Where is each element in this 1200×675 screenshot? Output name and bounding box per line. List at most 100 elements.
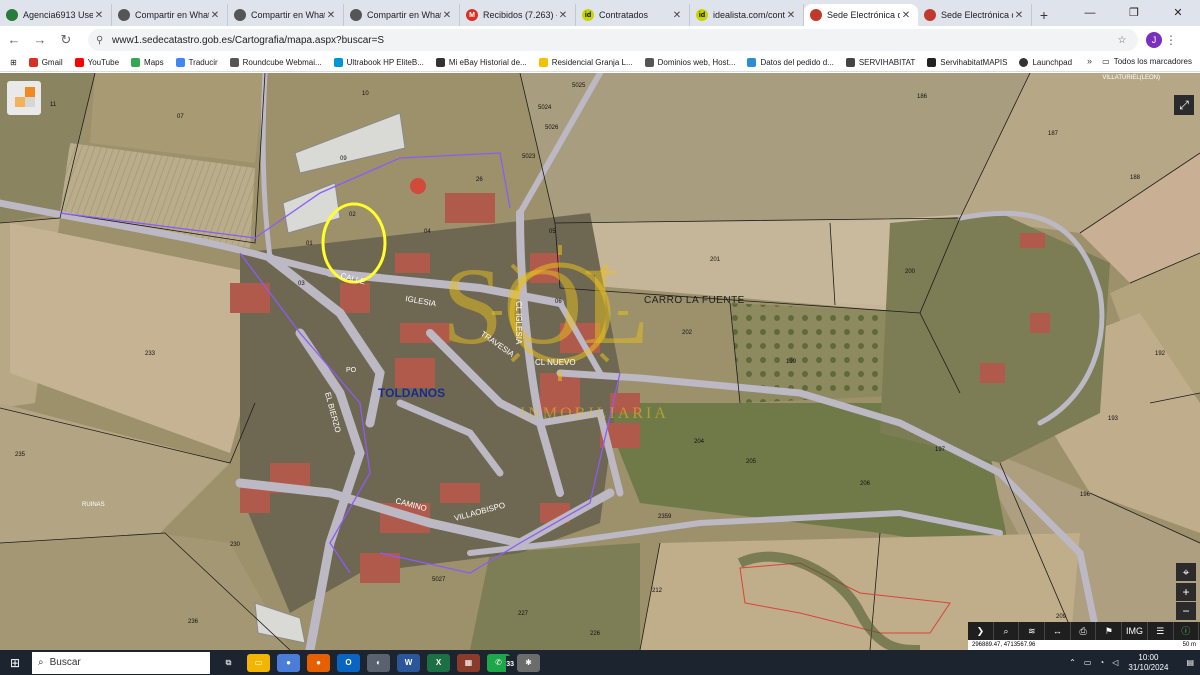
search-icon: ⌕: [38, 657, 44, 668]
img-icon[interactable]: IMG: [1122, 622, 1148, 640]
bookmark-star-icon[interactable]: ☆: [1114, 35, 1130, 46]
chrome-icon[interactable]: ●: [277, 653, 300, 672]
windows-start-icon[interactable]: ⊞: [0, 656, 30, 670]
bookmark-residencial[interactable]: Residencial Granja L...: [538, 58, 633, 67]
svg-text:202: 202: [682, 330, 693, 336]
close-icon[interactable]: ✕: [785, 10, 797, 21]
cadastral-map[interactable]: SOL INMOBILIARIA CALLE IGLESIA CL IGLESI…: [0, 73, 1200, 650]
bookmark-traducir[interactable]: Traducir: [175, 58, 218, 67]
more-bookmarks-icon[interactable]: »: [1087, 56, 1092, 66]
servihabitat-mapis-icon: [927, 58, 937, 67]
reload-icon[interactable]: ↻: [54, 28, 78, 52]
chevron-up-icon[interactable]: ⌃: [1069, 658, 1076, 667]
url-input[interactable]: ⚲ www1.sedecatastro.gob.es/Cartografia/m…: [88, 29, 1138, 51]
window-controls: — ❐ ✕: [1068, 0, 1200, 26]
url-text[interactable]: www1.sedecatastro.gob.es/Cartografia/map…: [112, 35, 1114, 46]
whatsapp-icon[interactable]: ✆ 33: [487, 653, 514, 674]
servihabitat-icon: [845, 58, 855, 67]
minimize-icon[interactable]: —: [1068, 0, 1112, 26]
bookmark-hp[interactable]: Ultrabook HP EliteB...: [333, 58, 424, 67]
bookmark-launchpad[interactable]: Launchpad: [1019, 58, 1072, 67]
outlook-icon[interactable]: O: [337, 653, 360, 672]
close-window-icon[interactable]: ✕: [1156, 0, 1200, 26]
info-icon[interactable]: ⓘ: [1174, 622, 1200, 640]
clock[interactable]: 10:00 31/10/2024: [1128, 653, 1168, 673]
firefox-icon[interactable]: ●: [307, 653, 330, 672]
task-view-icon[interactable]: ⧉: [217, 654, 240, 672]
arrow-icon[interactable]: ❯: [968, 622, 994, 640]
battery-icon[interactable]: ▭: [1084, 658, 1092, 667]
catastro-logo[interactable]: [7, 81, 41, 115]
bookmark-dominios[interactable]: Dominios web, Host...: [644, 58, 735, 67]
file-explorer-icon[interactable]: ▭: [247, 653, 270, 672]
svg-text:5023: 5023: [522, 154, 536, 160]
print-icon[interactable]: ⎙: [1071, 622, 1097, 640]
close-icon[interactable]: ✕: [671, 10, 683, 21]
browser-tab-1[interactable]: Compartir en Whatsa...✕: [112, 4, 228, 26]
pin-icon[interactable]: ⚑: [1096, 622, 1123, 640]
close-icon[interactable]: ✕: [557, 10, 569, 21]
bookmark-gmail[interactable]: Gmail: [28, 58, 63, 67]
map-canvas[interactable]: SOL INMOBILIARIA CALLE IGLESIA CL IGLESI…: [0, 73, 1200, 650]
back-icon[interactable]: ←: [2, 28, 26, 52]
bookmark-roundcube[interactable]: Roundcube Webmai...: [229, 58, 322, 67]
svg-text:2359: 2359: [658, 514, 672, 520]
browser-tab-4[interactable]: MRecibidos (7.263) - jo...✕: [460, 4, 576, 26]
site-info-icon[interactable]: ⚲: [96, 35, 112, 46]
browser-tab-8[interactable]: Sede Electrónica del...✕: [918, 4, 1032, 26]
stack-icon[interactable]: ☰: [1148, 622, 1174, 640]
app-red-icon[interactable]: ▦: [457, 653, 480, 672]
locate-icon[interactable]: ⌖: [1176, 563, 1196, 581]
field-186: [520, 73, 1030, 223]
bookmarks-bar: ⊞ Gmail YouTube Maps Traducir Roundcube …: [0, 54, 1200, 72]
bookmark-maps[interactable]: Maps: [131, 58, 164, 67]
settings-app-icon[interactable]: ✱: [517, 653, 540, 672]
browser-tab-0[interactable]: Agencia6913 User...✕: [0, 4, 112, 26]
word-icon[interactable]: W: [397, 653, 420, 672]
notification-icon[interactable]: ▤: [1186, 658, 1194, 667]
bookmark-youtube[interactable]: YouTube: [74, 58, 119, 67]
volume-icon[interactable]: ◁: [1112, 658, 1118, 667]
bookmark-ebay[interactable]: Mi eBay Historial de...: [435, 58, 527, 67]
apps-grid-icon[interactable]: ⊞: [10, 58, 17, 67]
close-icon[interactable]: ✕: [900, 10, 912, 21]
restore-icon[interactable]: ❐: [1112, 0, 1156, 26]
browser-tab-3[interactable]: Compartir en Whatsa...✕: [344, 4, 460, 26]
browser-tab-5[interactable]: id Contratados ✕: [576, 4, 690, 26]
ebay-icon: [435, 58, 445, 67]
svg-text:03: 03: [298, 281, 305, 287]
taskbar-search[interactable]: ⌕ Buscar: [32, 651, 210, 674]
browser-tab-6[interactable]: ididealista.com/contro...✕: [690, 4, 804, 26]
bookmark-servihabitat[interactable]: SERVIHABITAT: [845, 58, 915, 67]
svg-text:04: 04: [424, 229, 431, 235]
excel-icon[interactable]: X: [427, 653, 450, 672]
close-icon[interactable]: ✕: [93, 10, 105, 21]
close-icon[interactable]: ✕: [209, 10, 221, 21]
address-bar-row: ← → ↻ ⚲ www1.sedecatastro.gob.es/Cartogr…: [0, 26, 1200, 54]
zoom-out-button[interactable]: −: [1176, 602, 1196, 620]
app-icon[interactable]: ◐: [367, 653, 390, 672]
svg-text:5027: 5027: [432, 577, 446, 583]
wifi-icon[interactable]: ◔: [1099, 658, 1104, 667]
svg-text:201: 201: [710, 257, 721, 263]
new-tab-button[interactable]: +: [1032, 4, 1056, 26]
close-icon[interactable]: ✕: [1013, 10, 1025, 21]
browser-tab-7[interactable]: Sede Electrónica del...✕: [804, 4, 918, 26]
profile-avatar[interactable]: J: [1146, 32, 1162, 48]
fullscreen-icon[interactable]: ⤢: [1174, 95, 1194, 115]
coordinates-readout: 296889.47, 4713567.96: [972, 642, 1036, 648]
browser-tab-2[interactable]: Compartir en Whatsa...✕: [228, 4, 344, 26]
zoom-in-button[interactable]: +: [1176, 583, 1196, 601]
maps-icon: [131, 58, 141, 67]
forward-icon[interactable]: →: [28, 28, 52, 52]
measure-icon[interactable]: ↔: [1045, 622, 1071, 640]
layers-icon[interactable]: ≋: [1019, 622, 1046, 640]
close-icon[interactable]: ✕: [325, 10, 337, 21]
svg-text:26: 26: [476, 177, 483, 183]
menu-icon[interactable]: ⋮: [1162, 33, 1180, 47]
close-icon[interactable]: ✕: [441, 10, 453, 21]
bookmark-servihabitatmapis[interactable]: ServihabitatMAPIS: [927, 58, 1007, 67]
bookmark-pedido[interactable]: Datos del pedido d...: [747, 58, 834, 67]
search-icon[interactable]: ⌕: [994, 622, 1020, 640]
all-bookmarks-button[interactable]: ▭ Todos los marcadores: [1102, 57, 1192, 66]
